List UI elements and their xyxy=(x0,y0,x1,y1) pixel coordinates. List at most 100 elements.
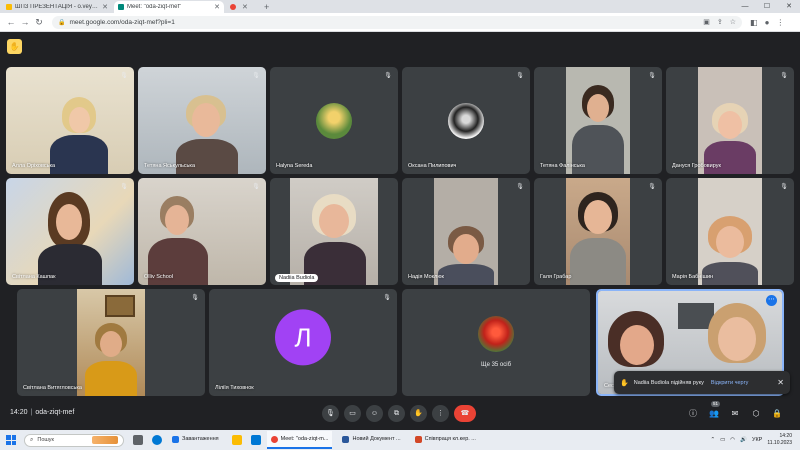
participant-tile[interactable]: 🎙 Тетяна Фалінська xyxy=(534,67,662,174)
participant-name: Ліліїя Тиховнок xyxy=(215,385,254,391)
close-icon[interactable]: ✕ xyxy=(242,3,248,11)
sidebar-icon[interactable]: ◧ xyxy=(750,18,758,27)
participant-tile[interactable]: 🎙 Надія Моклюк xyxy=(402,178,530,285)
participant-tile[interactable]: Л 🎙 Ліліїя Тиховнок xyxy=(209,289,397,396)
more-options-button[interactable]: ⋮ xyxy=(432,405,449,422)
taskbar-item-downloads[interactable]: Завантаження xyxy=(168,431,223,449)
minimize-icon[interactable]: — xyxy=(734,1,756,13)
meeting-info: 14:20 | oda-ziqt-mef xyxy=(10,409,75,416)
browser-tab-2[interactable]: Meet: "oda-ziqt-mef" ✕ xyxy=(114,1,224,13)
close-icon[interactable]: ✕ xyxy=(102,3,108,11)
video-feed xyxy=(6,67,134,174)
participant-name: Дануся Гробовирук xyxy=(672,163,721,169)
share-icon[interactable]: ⇪ xyxy=(717,18,723,26)
hand-icon: ✋ xyxy=(620,379,629,387)
taskbar-item-powerpoint[interactable]: Співпраця кл.кер. ... xyxy=(411,431,480,449)
participant-tile[interactable]: 🎙 Halyna Sereda xyxy=(270,67,398,174)
browser-tab-3[interactable]: ✕ xyxy=(226,1,260,13)
search-icon: ⌕ xyxy=(30,436,34,443)
chrome-icon xyxy=(270,435,278,443)
taskbar-item-meet[interactable]: Meet: "oda-ziqt-m... xyxy=(266,431,333,449)
host-controls-icon[interactable]: 🔒 xyxy=(772,409,782,419)
meet-stage: ✋ 🎙 Алла Оріховська 🎙 Тетяна Яськульська… xyxy=(0,32,800,430)
video-feed xyxy=(6,178,134,285)
taskbar-item-label: Meet: "oda-ziqt-m... xyxy=(280,436,329,442)
video-feed xyxy=(566,67,630,174)
activities-icon[interactable]: ⬡ xyxy=(751,409,761,419)
participant-tile[interactable]: 🎙 Світлана Кашпак xyxy=(6,178,134,285)
participant-name: Надія Моклюк xyxy=(408,274,444,280)
mic-off-icon: 🎙 xyxy=(780,184,788,190)
volume-icon[interactable]: 🔊 xyxy=(740,437,747,443)
forward-icon[interactable]: → xyxy=(18,17,32,27)
camera-toggle-button[interactable]: ▭ xyxy=(344,405,361,422)
close-icon[interactable]: ✕ xyxy=(777,378,784,387)
taskbar-item-label: Співпраця кл.кер. ... xyxy=(424,436,476,442)
chat-icon[interactable]: ✉ xyxy=(730,409,740,419)
raise-hand-button[interactable]: ✋ xyxy=(410,405,427,422)
participant-tile[interactable]: 🎙 Галя Грабар xyxy=(534,178,662,285)
participant-tile[interactable]: 🎙 Дануся Гробовирук xyxy=(666,67,794,174)
participant-count-badge: 51 xyxy=(711,401,721,407)
reload-icon[interactable]: ↻ xyxy=(32,17,46,28)
profile-icon[interactable]: ● xyxy=(765,18,770,27)
participant-name: Марія Бабнішин xyxy=(672,274,714,280)
mic-off-icon: 🎙 xyxy=(384,73,392,79)
chevron-up-icon[interactable]: ⌃ xyxy=(710,437,715,443)
more-options-icon[interactable]: ⋯ xyxy=(766,295,777,306)
folder-icon[interactable] xyxy=(231,435,242,445)
participant-name: Тетяна Яськульська xyxy=(144,163,196,169)
language-indicator[interactable]: УКР xyxy=(752,437,762,443)
meeting-details-icon[interactable]: ⓘ xyxy=(688,409,698,419)
task-view-icon[interactable] xyxy=(133,435,143,445)
people-icon[interactable]: 👥 51 xyxy=(709,401,721,419)
clock-time: 14:20 xyxy=(779,433,792,439)
participant-name: Алла Оріховська xyxy=(12,163,56,169)
url-input[interactable]: 🔒 meet.google.com/oda-ziqt-mef?pli=1 ▣ ⇪… xyxy=(52,15,742,29)
maximize-icon[interactable]: ☐ xyxy=(756,1,778,13)
windows-start-icon[interactable] xyxy=(6,435,16,445)
participant-tile[interactable]: 🎙 Оксана Пилипович xyxy=(402,67,530,174)
clock[interactable]: 14:20 11.10.2023 xyxy=(767,433,792,447)
browser-tab-1[interactable]: ШПЗ ПРЕЗЕНТАЦІЯ - o.veykk@... ✕ xyxy=(2,1,112,13)
participant-tile[interactable]: 🎙 Марія Бабнішин xyxy=(666,178,794,285)
taskbar-search-input[interactable]: ⌕ Пошук xyxy=(24,433,124,447)
participant-tile[interactable]: 🎙 Olliv School xyxy=(138,178,266,285)
close-window-icon[interactable]: ✕ xyxy=(778,1,800,13)
participant-tile[interactable]: Nadiia Budiola xyxy=(270,178,398,285)
video-feed xyxy=(434,178,498,285)
video-feed xyxy=(290,178,378,285)
open-queue-button[interactable]: Відкрити чергу xyxy=(711,380,749,386)
more-participants-label: Ще 35 осіб xyxy=(480,362,512,368)
new-tab-button[interactable]: + xyxy=(264,1,269,13)
store-icon[interactable] xyxy=(250,435,261,445)
browser-tab-bar: ШПЗ ПРЕЗЕНТАЦІЯ - o.veykk@... ✕ Meet: "o… xyxy=(0,0,800,13)
participant-tile[interactable]: 🎙 Алла Оріховська xyxy=(6,67,134,174)
meeting-controls-bar: 14:20 | oda-ziqt-mef 🎙 ▭ ☺ ⧉ ✋ ⋮ ☎ ⓘ 👥 51 ✉… xyxy=(0,397,800,430)
search-placeholder: Пошук xyxy=(37,437,54,443)
camera-icon[interactable]: ▣ xyxy=(703,18,710,26)
bookmark-star-icon[interactable]: ☆ xyxy=(730,18,736,26)
taskbar-item-label: Новий Документ ... xyxy=(352,436,401,442)
mic-off-icon: 🎙 xyxy=(516,184,524,190)
video-feed xyxy=(698,67,762,174)
menu-icon[interactable]: ⋮ xyxy=(776,18,784,27)
leave-call-button[interactable]: ☎ xyxy=(454,405,476,422)
battery-icon[interactable]: ▭ xyxy=(720,437,725,443)
meeting-time: 14:20 xyxy=(10,409,28,416)
mic-toggle-button[interactable]: 🎙 xyxy=(322,405,339,422)
edge-icon[interactable] xyxy=(152,435,162,445)
video-feed xyxy=(698,178,762,285)
meet-logo-icon[interactable]: ✋ xyxy=(7,39,22,54)
emoji-button[interactable]: ☺ xyxy=(366,405,383,422)
participant-tile[interactable]: 🎙 Світлана Витягловська xyxy=(17,289,205,396)
mic-off-icon: 🎙 xyxy=(191,295,199,301)
close-icon[interactable]: ✕ xyxy=(214,3,220,11)
back-icon[interactable]: ← xyxy=(4,17,18,27)
wifi-icon[interactable]: ◠ xyxy=(730,437,735,443)
participant-tile[interactable]: 🎙 Тетяна Яськульська xyxy=(138,67,266,174)
mic-off-icon: 🎙 xyxy=(120,73,128,79)
present-screen-button[interactable]: ⧉ xyxy=(388,405,405,422)
taskbar-item-word[interactable]: Новий Документ ... xyxy=(338,431,404,449)
more-participants-tile[interactable]: Ще 35 осіб xyxy=(402,289,590,396)
